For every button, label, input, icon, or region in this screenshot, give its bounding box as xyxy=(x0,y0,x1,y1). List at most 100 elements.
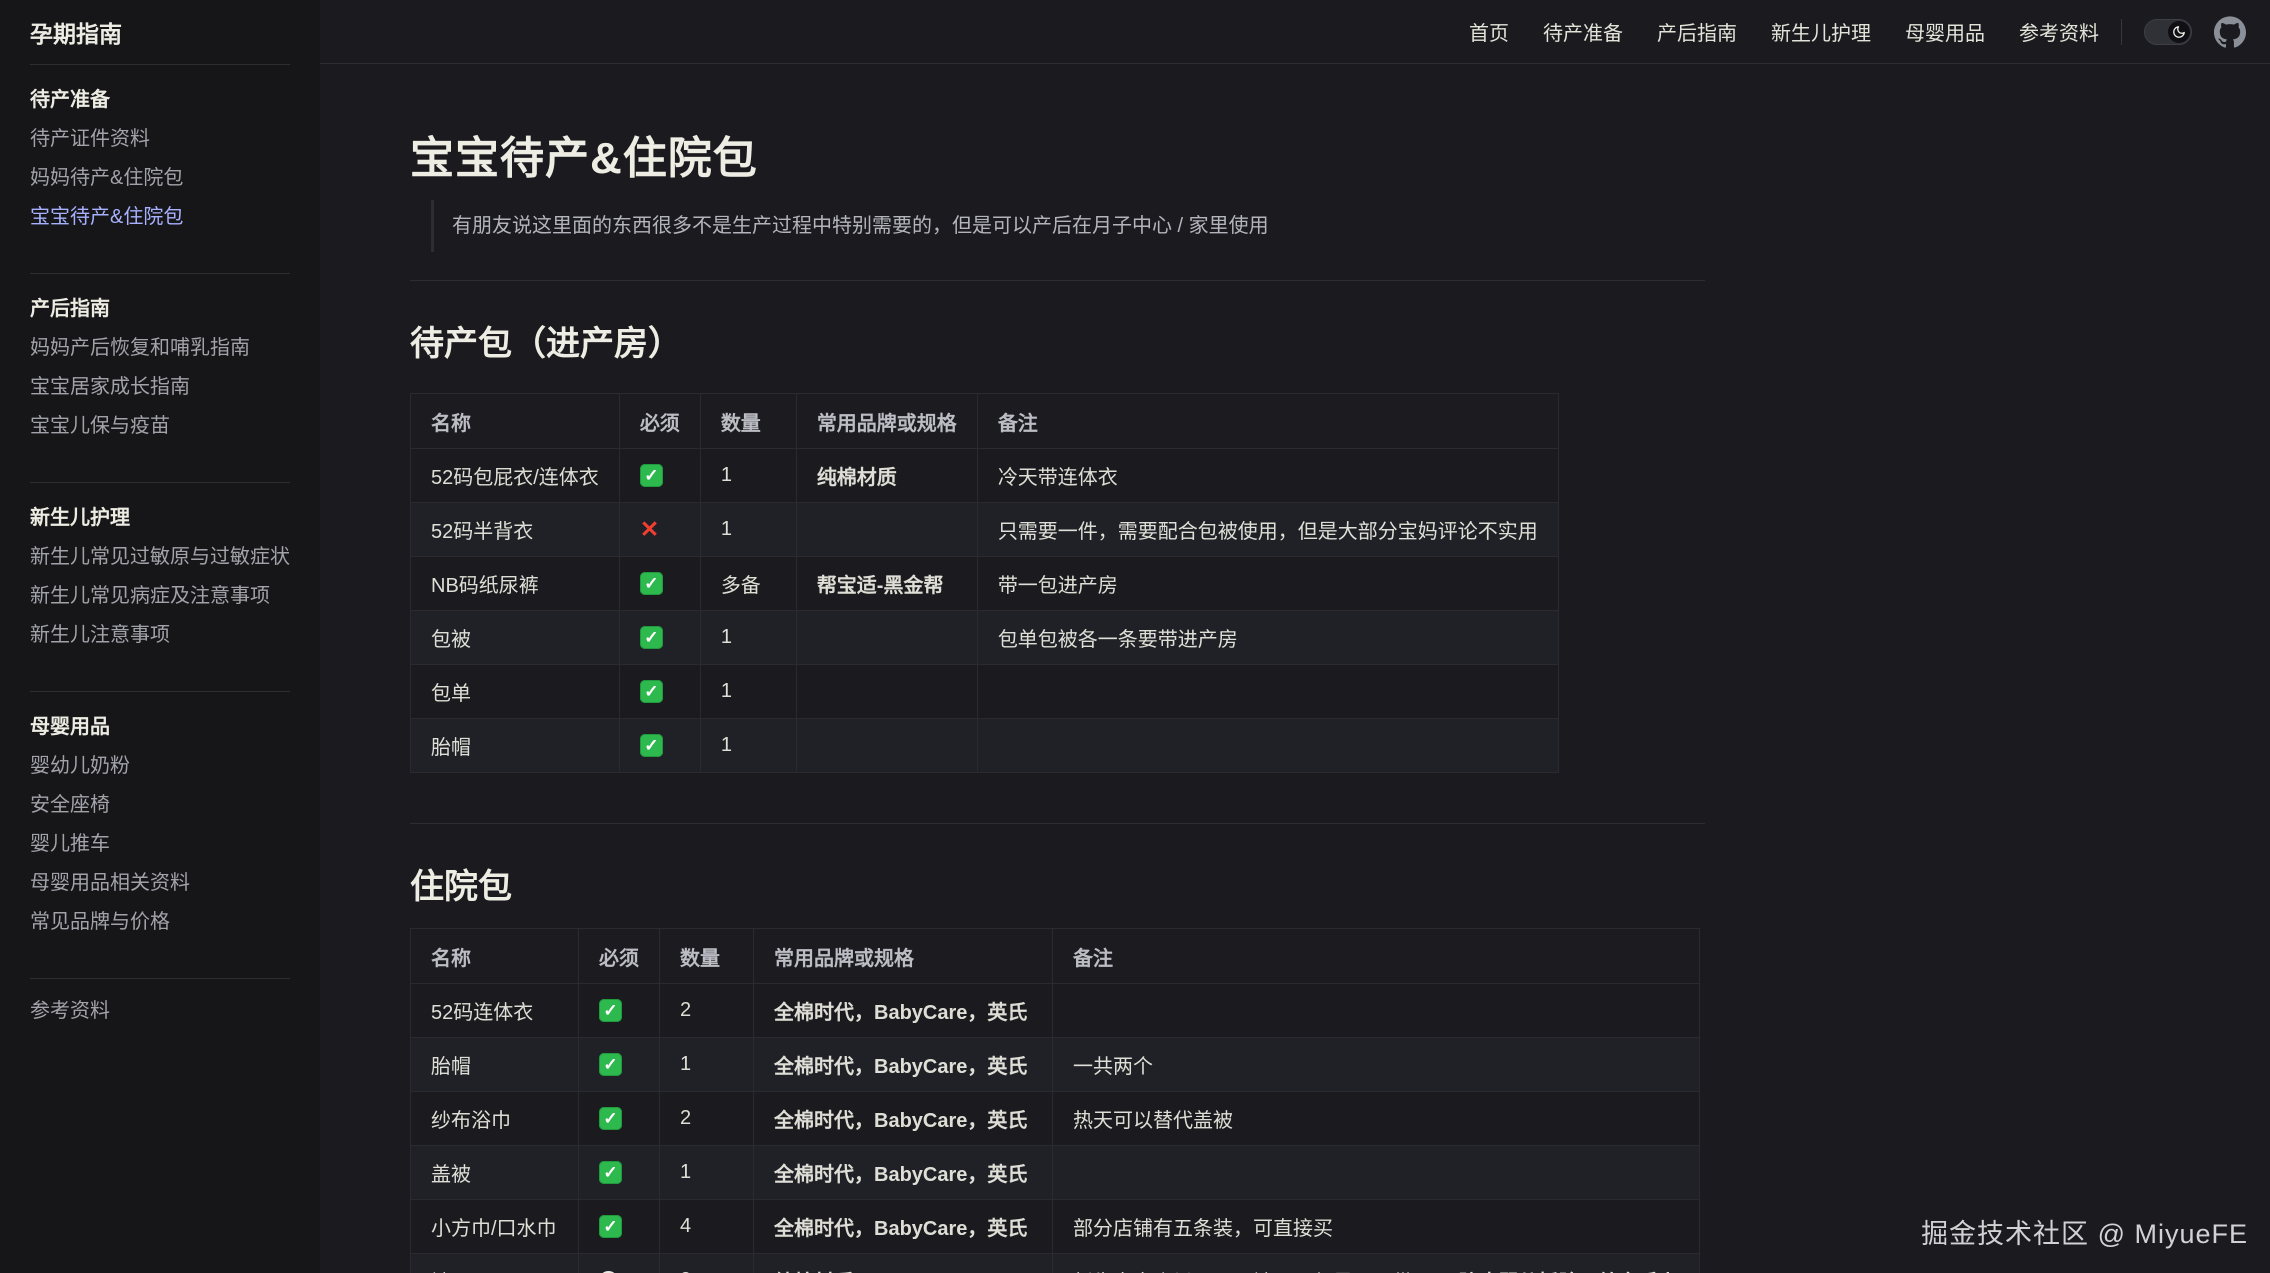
note-cell: 只需要一件，需要配合包被使用，但是大部分宝妈评论不实用 xyxy=(977,503,1558,557)
navbar: 首页 待产准备 产后指南 新生儿护理 母婴用品 参考资料 xyxy=(320,0,2270,64)
required-cell xyxy=(579,984,660,1038)
sidebar-nav: 待产准备待产证件资料妈妈待产&住院包宝宝待产&住院包产后指南妈妈产后恢复和哺乳指… xyxy=(30,64,290,1067)
github-icon xyxy=(2214,16,2246,48)
page-title: 宝宝待产&住院包 xyxy=(410,122,758,186)
sidebar-item[interactable]: 婴儿推车 xyxy=(30,825,290,864)
github-link[interactable] xyxy=(2214,16,2246,48)
note-cell: 一共两个 xyxy=(1053,1038,1700,1092)
navbar-link[interactable]: 参考资料 xyxy=(2019,17,2099,46)
watermark: 掘金技术社区 @ MiyueFE xyxy=(1921,1212,2248,1251)
check-icon xyxy=(599,1053,622,1076)
note-cell xyxy=(1053,1146,1700,1200)
sidebar-item[interactable]: 妈妈待产&住院包 xyxy=(30,159,290,198)
brand-cell: 全棉时代，BabyCare，英氏 xyxy=(754,984,1053,1038)
brand-cell: 帮宝适-黑金帮 xyxy=(796,557,977,611)
check-icon xyxy=(599,999,622,1022)
sidebar-item[interactable]: 参考资料 xyxy=(30,992,290,1031)
item-name-cell: 52码半背衣 xyxy=(411,503,620,557)
brand-cell: 纯棉材质 xyxy=(796,449,977,503)
check-icon xyxy=(640,734,663,757)
table-row: 小方巾/口水巾4全棉时代，BabyCare，英氏部分店铺有五条装，可直接买 xyxy=(411,1200,1700,1254)
check-icon xyxy=(599,1161,622,1184)
column-header: 必须 xyxy=(619,394,700,449)
table-row: 包单 1 xyxy=(411,665,1559,719)
navbar-link[interactable]: 新生儿护理 xyxy=(1771,17,1871,46)
note-cell xyxy=(1053,984,1700,1038)
check-icon xyxy=(640,572,663,595)
brand-cell xyxy=(796,611,977,665)
cross-icon: ✕ xyxy=(640,518,659,541)
sidebar-item[interactable]: 新生儿常见过敏原与过敏症状 xyxy=(30,538,290,577)
table-header-row: 名称必须数量常用品牌或规格备注 xyxy=(411,929,1700,984)
item-name-cell: 包单 xyxy=(411,665,620,719)
item-name-cell: 盖被 xyxy=(411,1146,579,1200)
sidebar-item[interactable]: 新生儿注意事项 xyxy=(30,616,290,655)
check-icon xyxy=(640,626,663,649)
column-header: 数量 xyxy=(700,394,796,449)
theme-toggle[interactable] xyxy=(2144,19,2192,45)
site-logo[interactable]: 孕期指南 xyxy=(30,0,290,64)
note-cell xyxy=(977,719,1558,773)
required-cell xyxy=(619,719,700,773)
note-cell: 部分店铺有五条装，可直接买 xyxy=(1053,1200,1700,1254)
column-header: 备注 xyxy=(1053,929,1700,984)
navbar-link[interactable]: 首页 xyxy=(1469,17,1509,46)
navbar-link[interactable]: 产后指南 xyxy=(1657,17,1737,46)
note-cell: 热天可以替代盖被 xyxy=(1053,1092,1700,1146)
sidebar-item[interactable]: 母婴用品相关资料 xyxy=(30,864,290,903)
section-heading: 待产包（进产房） xyxy=(410,280,1705,367)
column-header: 必须 xyxy=(579,929,660,984)
sidebar-section: 待产准备待产证件资料妈妈待产&住院包宝宝待产&住院包 xyxy=(30,64,290,273)
page-blockquote: 有朋友说这里面的东西很多不是生产过程中特别需要的，但是可以产后在月子中心 / 家… xyxy=(431,200,1621,252)
note-cell: 带一包进产房 xyxy=(977,557,1558,611)
check-icon xyxy=(599,1215,622,1238)
table-row: 52码连体衣2全棉时代，BabyCare，英氏 xyxy=(411,984,1700,1038)
sidebar-item[interactable]: 新生儿常见病症及注意事项 xyxy=(30,577,290,616)
table-row: 纱布浴巾2全棉时代，BabyCare，英氏热天可以替代盖被 xyxy=(411,1092,1700,1146)
sidebar-item[interactable]: 安全座椅 xyxy=(30,786,290,825)
quantity-cell: 1 xyxy=(700,449,796,503)
quantity-cell: 1 xyxy=(660,1146,754,1200)
brand-cell xyxy=(796,503,977,557)
quantity-cell: 2 xyxy=(660,1092,754,1146)
sidebar-item[interactable]: 宝宝居家成长指南 xyxy=(30,368,290,407)
table-row: 袜子2纯棉材质新生宝宝脚丫不需要袜子，但是可以带一双 防止婴儿抓脸，给套手上 xyxy=(411,1254,1700,1273)
section-hospital-bag: 住院包 名称必须数量常用品牌或规格备注52码连体衣2全棉时代，BabyCare，… xyxy=(410,823,1705,1273)
table-row: 包被1包单包被各一条要带进产房 xyxy=(411,611,1559,665)
sidebar-item[interactable]: 妈妈产后恢复和哺乳指南 xyxy=(30,329,290,368)
sidebar-section: 母婴用品婴幼儿奶粉安全座椅婴儿推车母婴用品相关资料常见品牌与价格 xyxy=(30,691,290,978)
quantity-cell: 1 xyxy=(700,611,796,665)
table-header-row: 名称必须数量常用品牌或规格备注 xyxy=(411,394,1559,449)
navbar-divider xyxy=(2121,19,2122,45)
quantity-cell: 4 xyxy=(660,1200,754,1254)
table-row: 胎帽 1全棉时代，BabyCare，英氏一共两个 xyxy=(411,1038,1700,1092)
section-heading: 住院包 xyxy=(410,823,1705,910)
quantity-cell: 1 xyxy=(700,665,796,719)
navbar-link[interactable]: 待产准备 xyxy=(1543,17,1623,46)
required-cell xyxy=(619,665,700,719)
sidebar-item[interactable]: 宝宝儿保与疫苗 xyxy=(30,407,290,446)
quantity-cell: 多备 xyxy=(700,557,796,611)
check-icon xyxy=(640,464,663,487)
item-name-cell: 包被 xyxy=(411,611,620,665)
brand-cell: 全棉时代，BabyCare，英氏 xyxy=(754,1038,1053,1092)
item-name-cell: 胎帽 xyxy=(411,719,620,773)
brand-cell: 全棉时代，BabyCare，英氏 xyxy=(754,1146,1053,1200)
navbar-link[interactable]: 母婴用品 xyxy=(1905,17,1985,46)
table-row: 52码半背衣✕1只需要一件，需要配合包被使用，但是大部分宝妈评论不实用 xyxy=(411,503,1559,557)
sidebar-item[interactable]: 宝宝待产&住院包 xyxy=(30,198,290,237)
quantity-cell: 1 xyxy=(660,1038,754,1092)
sidebar-item[interactable]: 待产证件资料 xyxy=(30,120,290,159)
item-name-cell: 胎帽 xyxy=(411,1038,579,1092)
sidebar-section-title: 待产准备 xyxy=(30,78,290,120)
sidebar-item[interactable]: 婴幼儿奶粉 xyxy=(30,747,290,786)
sidebar-section: 参考资料 xyxy=(30,978,290,1067)
sidebar-item[interactable]: 常见品牌与价格 xyxy=(30,903,290,942)
required-cell xyxy=(579,1092,660,1146)
sidebar-section-title: 产后指南 xyxy=(30,287,290,329)
navbar-links: 首页 待产准备 产后指南 新生儿护理 母婴用品 参考资料 xyxy=(1435,17,2099,46)
sidebar-section: 新生儿护理新生儿常见过敏原与过敏症状新生儿常见病症及注意事项新生儿注意事项 xyxy=(30,482,290,691)
table-row: 盖被 1全棉时代，BabyCare，英氏 xyxy=(411,1146,1700,1200)
required-cell xyxy=(619,611,700,665)
quantity-cell: 2 xyxy=(660,1254,754,1273)
